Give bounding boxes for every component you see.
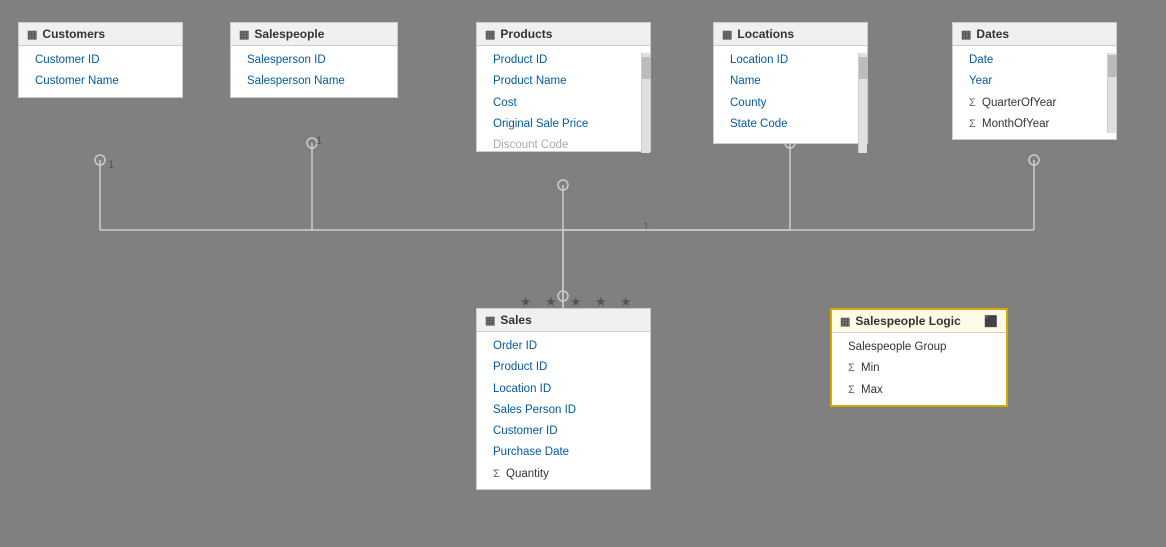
products-body: Product ID Product Name Cost Original Sa…: [477, 46, 650, 151]
field-county: County: [714, 93, 867, 114]
svg-text:★: ★: [620, 294, 632, 309]
svg-text:1: 1: [108, 159, 114, 171]
field-customer-id: Customer ID: [19, 50, 182, 71]
salespeople-logic-body: Salespeople Group Σ Min Σ Max: [832, 333, 1006, 405]
field-location-more: [714, 135, 867, 139]
table-icon-5: ▦: [961, 28, 971, 41]
locations-table: ▦ Locations Location ID Name County Stat…: [713, 22, 868, 144]
table-icon-4: ▦: [722, 28, 732, 41]
field-month-of-year: Σ MonthOfYear: [953, 114, 1116, 135]
field-original-sale-price: Original Sale Price: [477, 114, 650, 135]
svg-text:★: ★: [595, 294, 607, 309]
field-salesperson-name: Salesperson Name: [231, 71, 397, 92]
field-salesperson-id: Salesperson ID: [231, 50, 397, 71]
svg-text:1: 1: [316, 135, 322, 147]
field-year: Year: [953, 71, 1116, 92]
salespeople-logic-title: Salespeople Logic: [855, 314, 960, 328]
field-state-code: State Code: [714, 114, 867, 135]
salespeople-logic-header: ▦ Salespeople Logic ⬛: [832, 310, 1006, 333]
table-icon-2: ▦: [239, 28, 249, 41]
sales-table: ▦ Sales Order ID Product ID Location ID …: [476, 308, 651, 490]
field-date: Date: [953, 50, 1116, 71]
field-quantity: Σ Quantity: [477, 464, 650, 485]
svg-text:★: ★: [545, 294, 557, 309]
field-location-id: Location ID: [714, 50, 867, 71]
locations-title: Locations: [737, 27, 794, 41]
field-sales-location-id: Location ID: [477, 379, 650, 400]
customers-table: ▦ Customers Customer ID Customer Name: [18, 22, 183, 98]
products-title: Products: [500, 27, 552, 41]
field-max: Σ Max: [832, 380, 1006, 401]
field-product-name: Product Name: [477, 71, 650, 92]
field-product-id: Product ID: [477, 50, 650, 71]
table-icon-3: ▦: [485, 28, 495, 41]
field-cost: Cost: [477, 93, 650, 114]
field-min: Σ Min: [832, 358, 1006, 379]
locations-header: ▦ Locations: [714, 23, 867, 46]
collapse-icon[interactable]: ⬛: [984, 315, 998, 328]
customers-title: Customers: [42, 27, 105, 41]
salespeople-table: ▦ Salespeople Salesperson ID Salesperson…: [230, 22, 398, 98]
products-table: ▦ Products Product ID Product Name Cost …: [476, 22, 651, 152]
dates-table: ▦ Dates Date Year Σ QuarterOfYear Σ Mont…: [952, 22, 1117, 140]
table-icon-7: ▦: [840, 315, 850, 328]
products-header: ▦ Products: [477, 23, 650, 46]
field-customer-name: Customer Name: [19, 71, 182, 92]
field-purchase-date: Purchase Date: [477, 442, 650, 463]
field-sales-person-id: Sales Person ID: [477, 400, 650, 421]
dates-body: Date Year Σ QuarterOfYear Σ MonthOfYear: [953, 46, 1116, 139]
customers-body: Customer ID Customer Name: [19, 46, 182, 97]
svg-text:1: 1: [643, 221, 649, 233]
salespeople-title: Salespeople: [254, 27, 324, 41]
dates-title: Dates: [976, 27, 1009, 41]
field-salespeople-group: Salespeople Group: [832, 337, 1006, 358]
salespeople-body: Salesperson ID Salesperson Name: [231, 46, 397, 97]
field-order-id: Order ID: [477, 336, 650, 357]
locations-body: Location ID Name County State Code: [714, 46, 867, 143]
salespeople-logic-table: ▦ Salespeople Logic ⬛ Salespeople Group …: [830, 308, 1008, 407]
field-sales-product-id: Product ID: [477, 357, 650, 378]
field-sales-customer-id: Customer ID: [477, 421, 650, 442]
customers-header: ▦ Customers: [19, 23, 182, 46]
table-icon-6: ▦: [485, 314, 495, 327]
svg-text:★: ★: [570, 294, 582, 309]
field-location-name: Name: [714, 71, 867, 92]
sales-header: ▦ Sales: [477, 309, 650, 332]
sales-body: Order ID Product ID Location ID Sales Pe…: [477, 332, 650, 489]
field-discount-code: Discount Code: [477, 135, 650, 151]
svg-text:★: ★: [520, 294, 532, 309]
dates-header: ▦ Dates: [953, 23, 1116, 46]
table-icon: ▦: [27, 28, 37, 41]
sales-title: Sales: [500, 313, 531, 327]
salespeople-header: ▦ Salespeople: [231, 23, 397, 46]
field-quarter-of-year: Σ QuarterOfYear: [953, 93, 1116, 114]
